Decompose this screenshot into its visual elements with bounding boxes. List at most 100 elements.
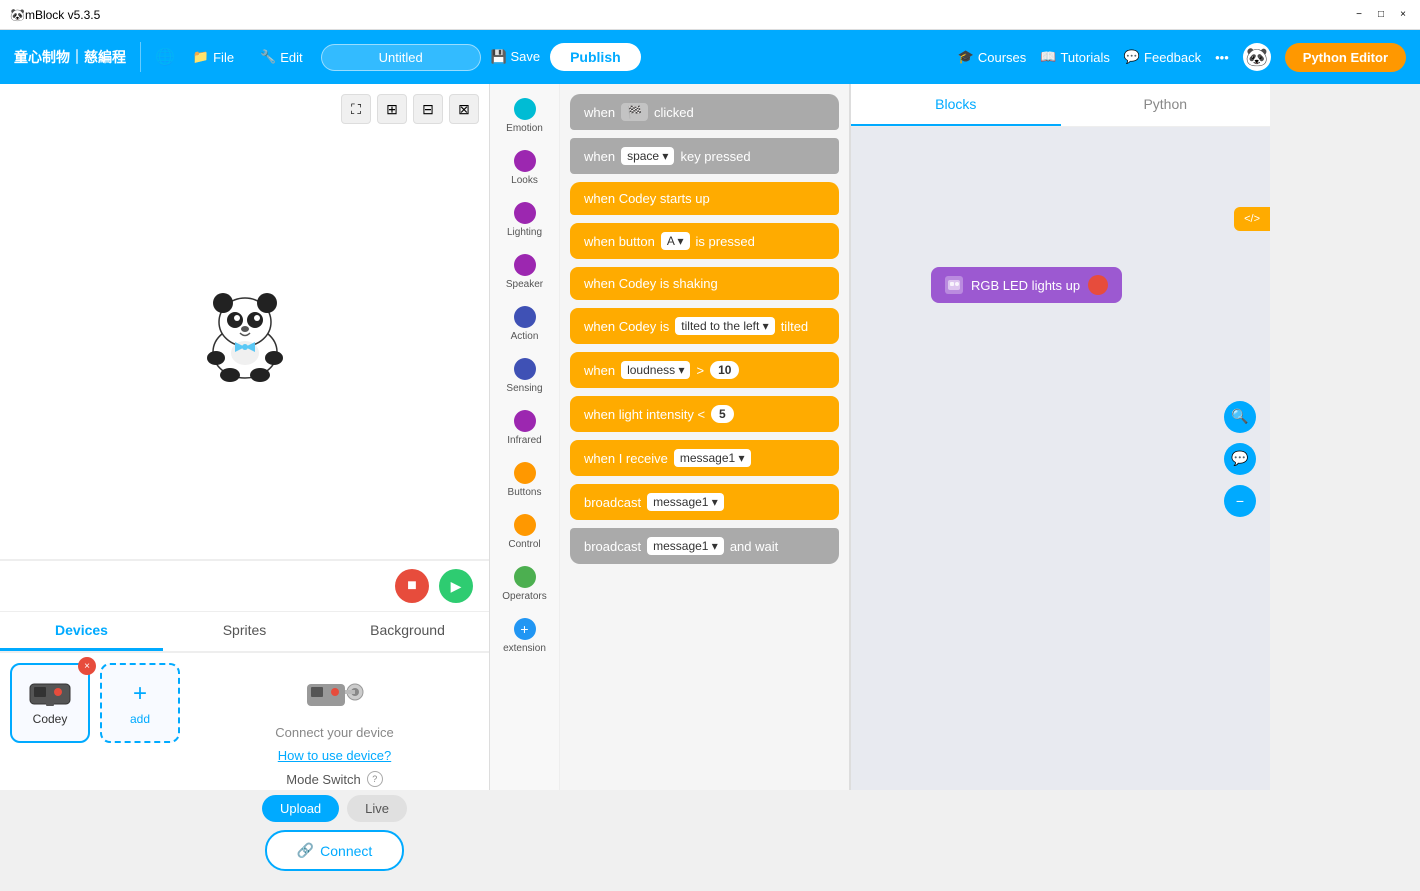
minus-panel-button[interactable]: − <box>1224 485 1256 517</box>
action-dot <box>514 306 536 328</box>
fullscreen-button[interactable]: ⛶ <box>341 94 371 124</box>
block-when-tilted[interactable]: when Codey is tilted to the left ▾ tilte… <box>570 308 839 344</box>
more-menu[interactable]: ••• <box>1215 50 1229 65</box>
code-toggle-button[interactable]: </> <box>1234 207 1270 231</box>
extension-label: extension <box>503 643 546 654</box>
block-when-flag-clicked[interactable]: when 🏁 clicked <box>570 94 839 130</box>
feedback-link[interactable]: 💬 Feedback <box>1124 49 1201 65</box>
looks-dot <box>514 150 536 172</box>
tab-python[interactable]: Python <box>1061 84 1271 126</box>
lighting-dot <box>514 202 536 224</box>
edit-menu[interactable]: 🔧 Edit <box>252 45 311 69</box>
category-sensing[interactable]: Sensing <box>495 352 555 400</box>
buttons-label: Buttons <box>508 487 542 498</box>
remove-device-badge[interactable]: × <box>78 657 96 675</box>
close-button[interactable]: × <box>1396 8 1410 22</box>
category-infrared[interactable]: Infrared <box>495 404 555 452</box>
category-operators[interactable]: Operators <box>495 560 555 608</box>
block-when-loudness[interactable]: when loudness ▾ > 10 <box>570 352 839 388</box>
mode-info-icon[interactable]: ? <box>367 771 383 787</box>
search-panel-button[interactable]: 🔍 <box>1224 401 1256 433</box>
broadcast-dropdown[interactable]: message1 ▾ <box>647 493 724 511</box>
tutorials-link[interactable]: 📖 Tutorials <box>1040 49 1110 65</box>
blocks-list: when 🏁 clicked when space ▾ key pressed … <box>560 84 850 790</box>
block-broadcast[interactable]: broadcast message1 ▾ <box>570 484 839 520</box>
category-emotion[interactable]: Emotion <box>495 92 555 140</box>
key-dropdown[interactable]: space ▾ <box>621 147 674 165</box>
save-button[interactable]: 💾 Save <box>491 49 540 65</box>
connect-device-label: Connect your device <box>275 725 394 740</box>
add-device-button[interactable]: + add <box>100 663 180 743</box>
block-broadcast-wait[interactable]: broadcast message1 ▾ and wait <box>570 528 839 564</box>
loudness-value[interactable]: 10 <box>710 361 739 379</box>
stop-button[interactable]: ■ <box>395 569 429 603</box>
device-connect-img <box>305 679 365 715</box>
minimize-button[interactable]: − <box>1352 8 1366 22</box>
robot-icon <box>947 278 961 292</box>
category-action[interactable]: Action <box>495 300 555 348</box>
loudness-dropdown[interactable]: loudness ▾ <box>621 361 690 379</box>
tab-blocks[interactable]: Blocks <box>851 84 1061 126</box>
right-panel-actions: 🔍 💬 − <box>1224 401 1256 517</box>
connect-device-img <box>305 677 365 717</box>
maximize-button[interactable]: □ <box>1374 8 1388 22</box>
python-editor-button[interactable]: Python Editor <box>1285 43 1406 72</box>
category-lighting[interactable]: Lighting <box>495 196 555 244</box>
block-when-codey-starts[interactable]: when Codey starts up <box>570 182 839 215</box>
block-when-shaking[interactable]: when Codey is shaking <box>570 267 839 300</box>
live-mode-button[interactable]: Live <box>347 795 407 822</box>
block-when-button-pressed[interactable]: when button A ▾ is pressed <box>570 223 839 259</box>
publish-button[interactable]: Publish <box>550 43 641 71</box>
courses-link[interactable]: 🎓 Courses <box>958 49 1027 65</box>
lighting-label: Lighting <box>507 227 542 238</box>
tab-sprites[interactable]: Sprites <box>163 612 326 651</box>
project-name-input[interactable] <box>321 44 481 71</box>
edit-icon: 🔧 <box>260 49 276 65</box>
block-when-light-intensity[interactable]: when light intensity < 5 <box>570 396 839 432</box>
operators-dot <box>514 566 536 588</box>
run-button[interactable]: ▶ <box>439 569 473 603</box>
category-control[interactable]: Control <box>495 508 555 556</box>
block-when-key-pressed[interactable]: when space ▾ key pressed <box>570 138 839 174</box>
extension-icon: + <box>514 618 536 640</box>
codey-device-card[interactable]: × Codey <box>10 663 90 743</box>
tutorials-icon: 📖 <box>1040 49 1056 65</box>
sensing-dot <box>514 358 536 380</box>
category-extension[interactable]: + extension <box>495 612 555 660</box>
tab-background[interactable]: Background <box>326 612 489 651</box>
button-dropdown[interactable]: A ▾ <box>661 232 690 250</box>
stage-panda <box>190 267 300 377</box>
category-speaker[interactable]: Speaker <box>495 248 555 296</box>
message-receive-dropdown[interactable]: message1 ▾ <box>674 449 751 467</box>
grid-view-4-button[interactable]: ⊠ <box>449 94 479 124</box>
mode-switch-label: Mode Switch <box>286 772 360 787</box>
light-value[interactable]: 5 <box>711 405 734 423</box>
devices-content: × Codey + add <box>0 653 489 891</box>
tilt-dropdown[interactable]: tilted to the left ▾ <box>675 317 774 335</box>
comment-panel-button[interactable]: 💬 <box>1224 443 1256 475</box>
block-when-receive[interactable]: when I receive message1 ▾ <box>570 440 839 476</box>
right-panel-tabs: Blocks Python <box>851 84 1270 127</box>
grid-view-3-button[interactable]: ⊟ <box>413 94 443 124</box>
user-avatar[interactable]: 🐼 <box>1243 43 1271 71</box>
rgb-led-block[interactable]: RGB LED lights up <box>931 267 1122 303</box>
upload-mode-button[interactable]: Upload <box>262 795 339 822</box>
globe-icon[interactable]: 🌐 <box>155 47 175 67</box>
grid-view-2-button[interactable]: ⊞ <box>377 94 407 124</box>
rgb-led-label: RGB LED lights up <box>971 278 1080 293</box>
title-bar-controls: − □ × <box>1352 8 1410 22</box>
nav-divider <box>140 42 141 72</box>
category-looks[interactable]: Looks <box>495 144 555 192</box>
category-buttons[interactable]: Buttons <box>495 456 555 504</box>
tab-devices[interactable]: Devices <box>0 612 163 651</box>
connect-button[interactable]: 🔗 Connect <box>265 830 405 871</box>
control-dot <box>514 514 536 536</box>
buttons-dot <box>514 462 536 484</box>
rgb-color-dot[interactable] <box>1088 275 1108 295</box>
speaker-label: Speaker <box>506 279 543 290</box>
brand-text: 童心制物｜慈編程 <box>14 47 126 67</box>
broadcast-wait-dropdown[interactable]: message1 ▾ <box>647 537 724 555</box>
file-menu[interactable]: 📁 File <box>185 45 242 69</box>
how-to-use-link[interactable]: How to use device? <box>278 748 391 763</box>
title-bar: 🐼 mBlock v5.3.5 − □ × <box>0 0 1420 30</box>
